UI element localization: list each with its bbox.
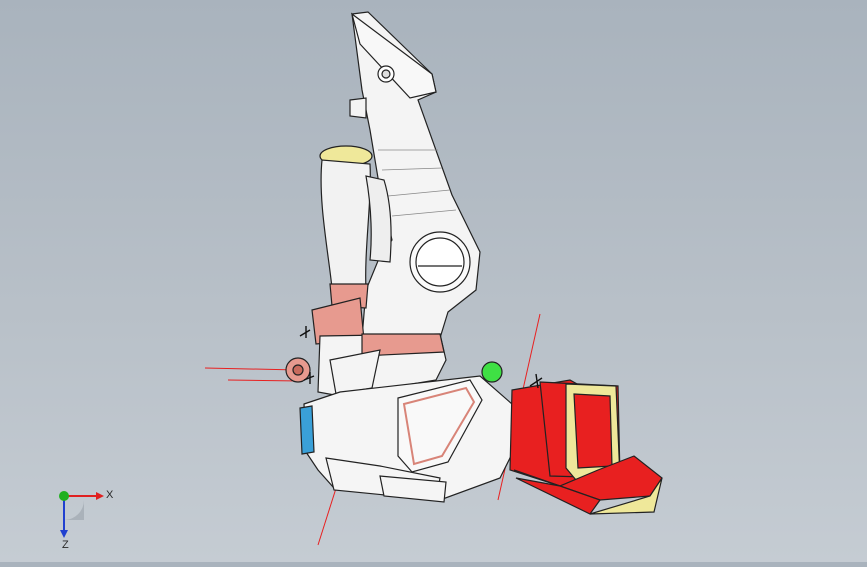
z-axis-label: Z [62, 539, 69, 550]
3d-model-viewport[interactable]: X Z [0, 0, 867, 562]
z-arrow-icon [60, 530, 68, 538]
model-canvas [204, 11, 663, 546]
red-gripper [509, 379, 663, 515]
coordinate-triad: X Z [59, 489, 114, 550]
x-axis-label: X [106, 489, 114, 501]
y-axis-dot [59, 491, 69, 501]
ref-line-1 [204, 367, 299, 371]
x-arrow-icon [96, 492, 104, 500]
green-fitting [481, 361, 503, 383]
ref-line-2 [227, 379, 301, 382]
